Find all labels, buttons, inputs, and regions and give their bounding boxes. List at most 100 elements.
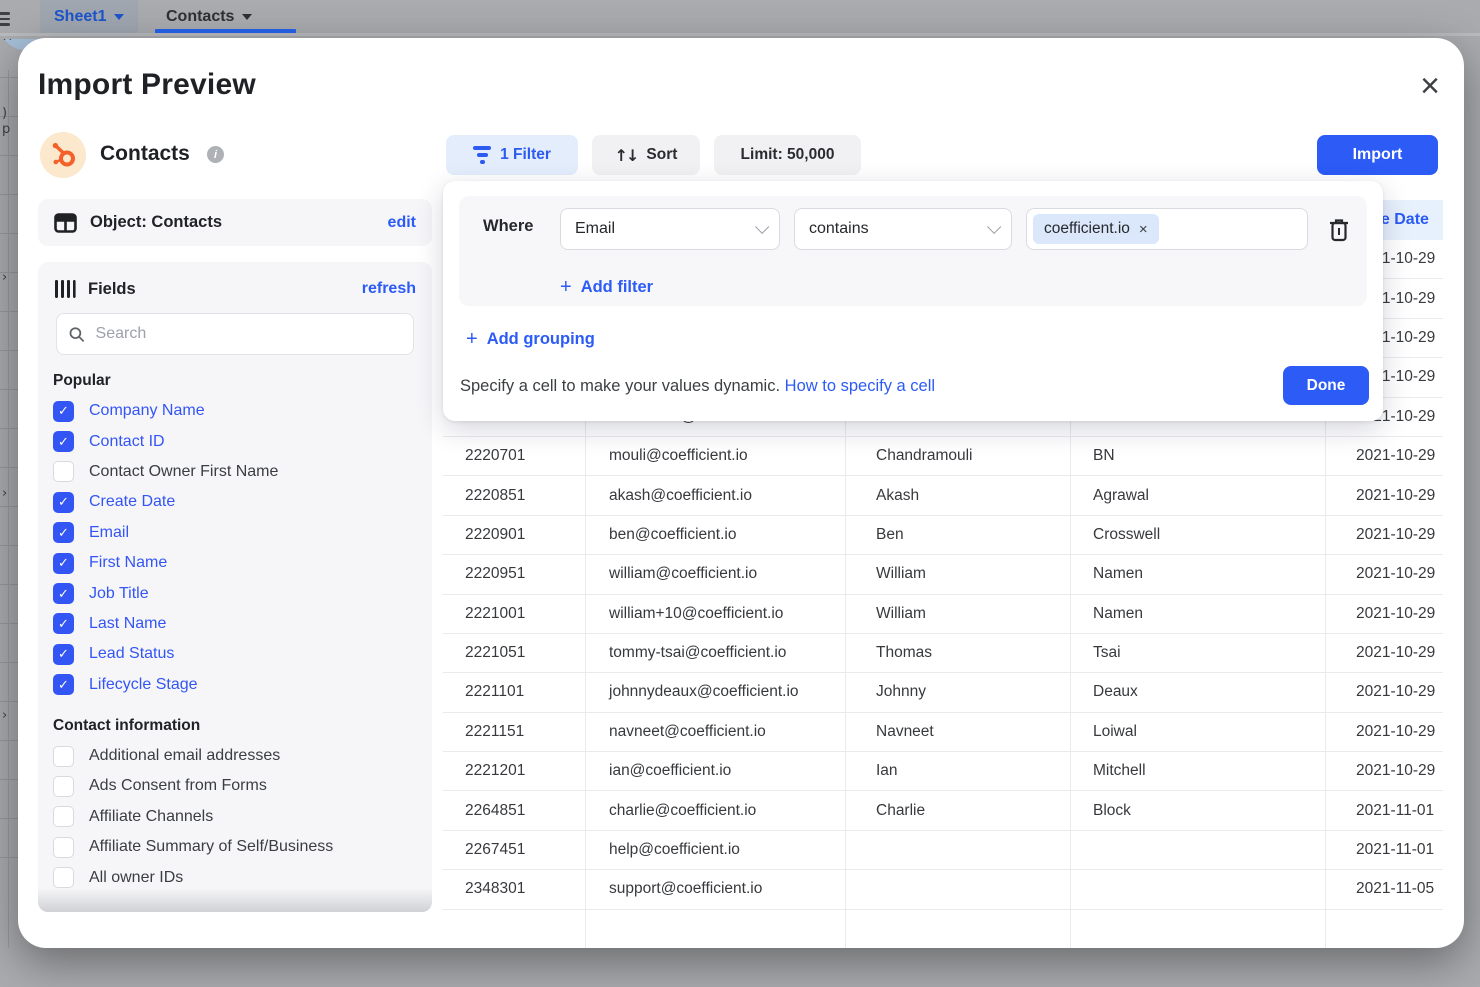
table-row: 2220901ben@coefficient.ioBenCrosswell202… [443,516,1443,555]
info-icon[interactable]: i [207,146,224,163]
sort-button[interactable]: ↑↓ Sort [592,135,700,175]
fields-refresh-link[interactable]: refresh [362,280,416,298]
field-checkbox-row[interactable]: Additional email addresses [38,741,432,771]
checkbox-checked-icon[interactable]: ✓ [53,492,74,513]
fields-search[interactable] [56,313,414,355]
field-checkbox-row[interactable]: ✓ Contact ID [38,426,432,456]
table-cell: 2348301 [443,870,585,908]
table-cell: Tsai [1070,634,1325,672]
field-checkbox-row[interactable]: ✓Lifecycle Stage [38,670,432,700]
filter-icon [473,146,491,164]
table-cell: ian@coefficient.io [585,752,845,790]
table-cell: William [845,555,1070,593]
delete-filter-button[interactable] [1327,217,1351,248]
field-checkbox-row[interactable]: ✓Last Name [38,609,432,639]
table-cell: 2021-11-05 [1325,870,1443,908]
table-cell: 2021-10-29 [1325,437,1443,475]
checkbox-checked-icon[interactable]: ✓ [53,613,74,634]
done-button[interactable]: Done [1283,366,1369,405]
object-edit-link[interactable]: edit [388,214,416,232]
fields-panel-title: Fields [88,280,350,299]
filter-field-value: Email [575,220,615,238]
checkbox-checked-icon[interactable]: ✓ [53,522,74,543]
table-cell: Thomas [845,634,1070,672]
table-cell: Deaux [1070,673,1325,711]
field-checkbox-row[interactable]: ✓Company Name [38,396,432,426]
sheet-tab-sheet1[interactable]: Sheet1 [40,0,138,34]
add-filter-link[interactable]: + Add filter [560,276,653,299]
table-cell: 2021-10-29 [1325,752,1443,790]
field-checkbox-row[interactable]: ✓First Name [38,548,432,578]
checkbox-unchecked-icon[interactable] [53,837,74,858]
checkbox-unchecked-icon[interactable] [53,746,74,767]
checkbox-checked-icon[interactable]: ✓ [53,553,74,574]
table-cell [845,831,1070,869]
table-cell [1070,910,1325,948]
background-sheet-fragment: › [2,486,7,501]
checkbox-checked-icon[interactable]: ✓ [53,644,74,665]
field-label: Contact ID [89,433,165,451]
table-cell: 2221051 [443,634,585,672]
table-cell: navneet@coefficient.io [585,713,845,751]
checkbox-checked-icon[interactable]: ✓ [53,431,74,452]
dynamic-cell-hint: Specify a cell to make your values dynam… [460,377,935,396]
table-cell: 2220851 [443,476,585,514]
how-to-specify-link[interactable]: How to specify a cell [785,377,935,395]
checkbox-unchecked-icon[interactable] [53,806,74,827]
table-cell: 2220701 [443,437,585,475]
field-checkbox-row[interactable]: ✓Lead Status [38,639,432,669]
field-checkbox-row[interactable]: Ads Consent from Forms [38,771,432,801]
table-cell: william+10@coefficient.io [585,595,845,633]
field-checkbox-row[interactable]: ✓Job Title [38,578,432,608]
table-cell [1070,870,1325,908]
sort-button-label: Sort [646,146,677,164]
table-cell: 2221151 [443,713,585,751]
where-label: Where [483,217,533,236]
checkbox-unchecked-icon[interactable] [53,776,74,797]
chevron-down-icon[interactable] [242,14,252,20]
table-cell: Namen [1070,595,1325,633]
table-cell: Ian [845,752,1070,790]
checkbox-checked-icon[interactable]: ✓ [53,583,74,604]
field-checkbox-row[interactable]: ✓Email [38,518,432,548]
plus-icon: + [560,276,572,299]
field-checkbox-row[interactable]: Contact Owner First Name [38,457,432,487]
filter-value-input[interactable]: coefficient.io × [1026,208,1308,250]
background-sheet-fragment: ) [2,106,7,121]
table-row: 2221201ian@coefficient.ioIanMitchell2021… [443,752,1443,791]
table-cell: 2021-11-01 [1325,791,1443,829]
import-button[interactable]: Import [1317,135,1438,175]
table-cell: Johnny [845,673,1070,711]
search-input[interactable] [94,324,401,344]
add-grouping-label: Add grouping [487,330,595,349]
table-cell: BN [1070,437,1325,475]
table-cell: 2267451 [443,831,585,869]
filter-operator-dropdown[interactable]: contains [794,208,1012,250]
chevron-down-icon[interactable] [114,14,124,20]
chip-remove-icon[interactable]: × [1139,221,1148,238]
scroll-fade [38,888,432,912]
table-cell: 2021-10-29 [1325,516,1443,554]
fields-icon [54,279,76,299]
table-cell [845,910,1070,948]
field-group-title: Popular [53,372,432,390]
table-row: 2221101johnnydeaux@coefficient.ioJohnnyD… [443,673,1443,712]
background-sheet-fragment: › [2,270,7,285]
field-label: Affiliate Summary of Self/Business [89,838,333,856]
background-sheet-fragment: › [2,708,7,723]
filter-button[interactable]: 1 Filter [446,135,578,175]
filter-field-dropdown[interactable]: Email [560,208,780,250]
checkbox-unchecked-icon[interactable] [53,867,74,888]
checkbox-unchecked-icon[interactable] [53,461,74,482]
limit-button[interactable]: Limit: 50,000 [714,135,861,175]
add-grouping-link[interactable]: + Add grouping [466,328,595,351]
close-icon[interactable]: × [1410,66,1450,106]
checkbox-checked-icon[interactable]: ✓ [53,401,74,422]
all-sheets-menu-icon[interactable] [0,12,10,26]
field-checkbox-row[interactable]: ✓Create Date [38,487,432,517]
table-cell: William [845,595,1070,633]
table-cell: Mitchell [1070,752,1325,790]
field-checkbox-row[interactable]: Affiliate Summary of Self/Business [38,832,432,862]
checkbox-checked-icon[interactable]: ✓ [53,674,74,695]
field-checkbox-row[interactable]: Affiliate Channels [38,802,432,832]
